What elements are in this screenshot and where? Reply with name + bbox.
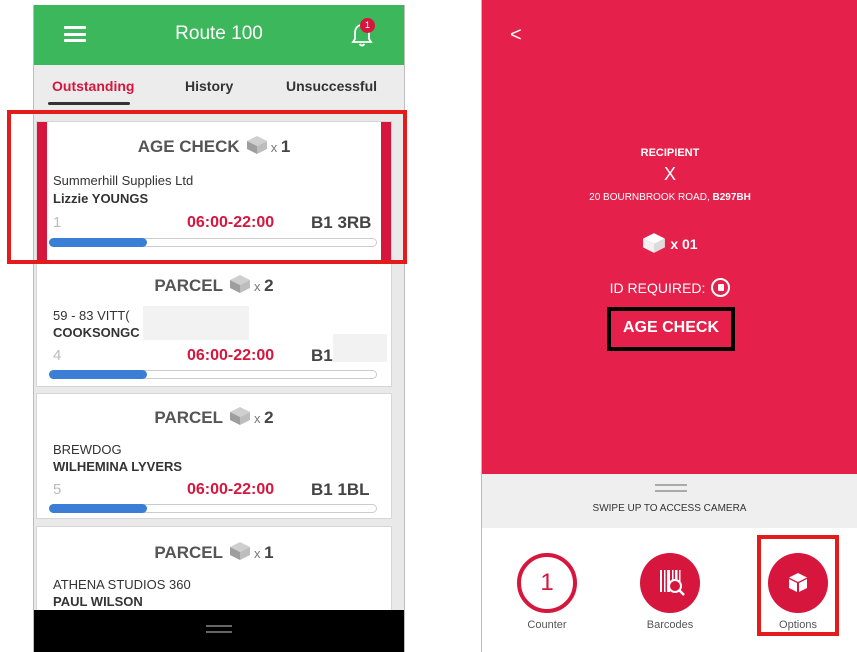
notification-bell-icon[interactable]: 1: [350, 18, 375, 48]
highlight-box: [757, 535, 839, 636]
route-title: Route 100: [175, 23, 263, 44]
progress-bar: [49, 370, 377, 379]
id-card-icon: [711, 278, 731, 297]
package-icon: [229, 406, 251, 431]
company-name: BREWDOG: [53, 442, 122, 457]
redaction-mask: [143, 306, 249, 340]
package-qty: 1: [264, 543, 274, 562]
swipe-hint: SWIPE UP TO ACCESS CAMERA: [592, 503, 747, 514]
tab-bar: Outstanding History Unsuccessful: [34, 65, 404, 109]
highlight-box: [7, 110, 407, 264]
package-icon: [229, 541, 251, 566]
delivery-type: PARCEL x 1: [37, 541, 391, 566]
postcode: B1 1BL: [311, 480, 370, 499]
stop-number: 4: [53, 347, 62, 364]
barcodes-label: Barcodes: [646, 619, 694, 631]
active-tab-indicator: [48, 102, 130, 105]
camera-swipe-area[interactable]: SWIPE UP TO ACCESS CAMERA: [482, 474, 857, 528]
tab-outstanding[interactable]: Outstanding: [52, 78, 134, 94]
barcode-scan-icon: [660, 570, 685, 596]
company-name: 59 - 83 VITT(: [53, 308, 130, 323]
bottom-handle-bar[interactable]: [34, 610, 404, 652]
progress-fill: [49, 370, 147, 379]
stop-number: 5: [53, 481, 62, 498]
recipient-panel: < RECIPIENT X 20 BOURNBROOK ROAD, B297BH…: [482, 0, 857, 474]
delivery-card[interactable]: PARCEL x 2 BREWDOG WILHEMINA LYVERS 5 06:…: [36, 393, 392, 519]
counter-button[interactable]: 1: [517, 553, 577, 613]
counter-label: Counter: [527, 619, 567, 631]
route-screen: Route 100 1 Outstanding History Unsucces…: [33, 5, 405, 652]
delivery-detail-screen: < RECIPIENT X 20 BOURNBROOK ROAD, B297BH…: [481, 0, 857, 652]
recipient-name: COOKSONGC: [53, 325, 140, 340]
parcel-count: x 01: [482, 232, 857, 254]
progress-bar: [49, 504, 377, 513]
redaction-mask: [333, 334, 387, 362]
package-icon: [229, 274, 251, 299]
package-qty: 2: [264, 408, 274, 427]
recipient-name: WILHEMINA LYVERS: [53, 459, 183, 474]
barcodes-button[interactable]: [640, 553, 700, 613]
id-required: ID REQUIRED:: [482, 278, 857, 297]
recipient-name: X: [663, 164, 676, 184]
age-check-box: AGE CHECK: [607, 307, 735, 351]
time-window: 06:00-22:00: [187, 347, 275, 364]
back-icon[interactable]: <: [510, 24, 522, 47]
tab-unsuccessful[interactable]: Unsuccessful: [286, 78, 377, 94]
delivery-card[interactable]: PARCEL x 2 59 - 83 VITT( COOKSONGC 4 06:0…: [36, 261, 392, 387]
tab-history[interactable]: History: [185, 78, 233, 94]
recipient-name: PAUL WILSON: [53, 594, 143, 609]
company-name: ATHENA STUDIOS 360: [53, 577, 191, 592]
recipient-address: 20 BOURNBROOK ROAD, B297BH: [589, 192, 751, 203]
delivery-type: PARCEL x 2: [37, 274, 391, 299]
package-qty: 2: [264, 276, 274, 295]
progress-fill: [49, 504, 147, 513]
time-window: 06:00-22:00: [187, 481, 275, 498]
app-bar: Route 100 1: [34, 5, 404, 65]
delivery-type: PARCEL x 2: [37, 406, 391, 431]
notification-badge: 1: [360, 18, 375, 33]
postcode: B1: [311, 346, 333, 365]
package-icon: [642, 233, 666, 253]
recipient-heading: RECIPIENT: [640, 147, 700, 159]
